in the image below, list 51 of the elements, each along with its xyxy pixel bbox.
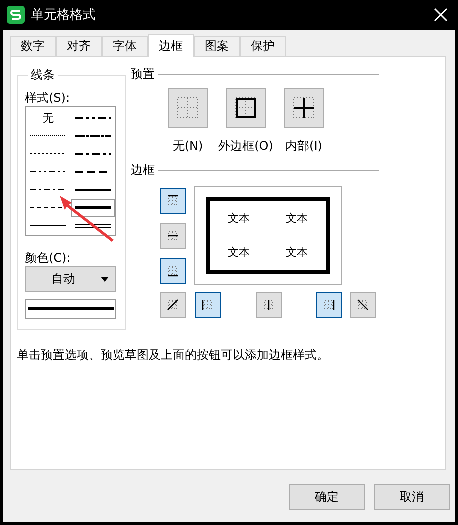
border-toggle-button[interactable]	[160, 188, 186, 214]
tab[interactable]: 图案	[194, 36, 240, 56]
border-line-icon	[165, 297, 181, 313]
tab[interactable]: 字体	[102, 36, 148, 56]
tab[interactable]: 边框	[148, 34, 194, 57]
tab[interactable]: 保护	[240, 36, 286, 56]
style-label: 样式(S):	[25, 90, 72, 106]
tab[interactable]: 对齐	[56, 36, 102, 56]
hint-text: 单击预置选项、预览草图及上面的按钮可以添加边框样式。	[17, 347, 330, 364]
preset-label: 外边框(O)	[218, 138, 274, 155]
border-toggle-button[interactable]	[316, 292, 342, 318]
color-dropdown[interactable]: 自动	[25, 266, 116, 292]
border-toggle-button[interactable]	[256, 292, 282, 318]
sample-text: 文本	[228, 210, 250, 226]
sample-text: 文本	[286, 210, 308, 226]
close-icon[interactable]	[434, 8, 448, 22]
app-logo-icon	[7, 6, 25, 24]
border-toggle-button[interactable]	[350, 292, 376, 318]
section-title: 预置	[131, 66, 155, 82]
sample-text: 文本	[228, 245, 250, 260]
border-preview[interactable]: 文本 文本 文本 文本	[194, 186, 342, 285]
dropdown-arrow-icon	[101, 276, 109, 282]
line-style-option	[30, 188, 66, 192]
cancel-button[interactable]: 取消	[374, 484, 450, 510]
border-toggle-button[interactable]	[160, 258, 186, 284]
border-toggle-button[interactable]	[195, 292, 221, 318]
line-style-option	[74, 134, 111, 138]
ok-button[interactable]: 确定	[289, 484, 365, 510]
line-style-option	[30, 224, 66, 228]
color-label: 颜色(C):	[25, 250, 72, 266]
preset-label: 无(N)	[172, 138, 204, 155]
section-title: 边框	[131, 162, 155, 178]
window-title: 单元格格式	[31, 7, 97, 24]
line-style-option[interactable]: 无	[42, 110, 54, 126]
line-style-option	[74, 223, 111, 229]
preset-button[interactable]	[284, 88, 324, 128]
line-style-option	[30, 134, 66, 138]
line-style-option	[30, 170, 66, 174]
line-style-option	[74, 152, 111, 156]
line-style-option	[74, 206, 111, 210]
border-toggle-button[interactable]	[160, 292, 186, 318]
line-style-option	[74, 188, 111, 192]
preset-label: 内部(I)	[286, 138, 322, 155]
border-line-icon	[355, 297, 371, 313]
line-style-list[interactable]: 无	[25, 106, 116, 236]
preset-button[interactable]	[226, 88, 266, 128]
line-style-option	[74, 116, 111, 120]
border-toggle-button[interactable]	[160, 223, 186, 249]
tab[interactable]: 数字	[10, 36, 56, 56]
line-style-option	[30, 152, 66, 156]
sample-text: 文本	[286, 245, 308, 260]
